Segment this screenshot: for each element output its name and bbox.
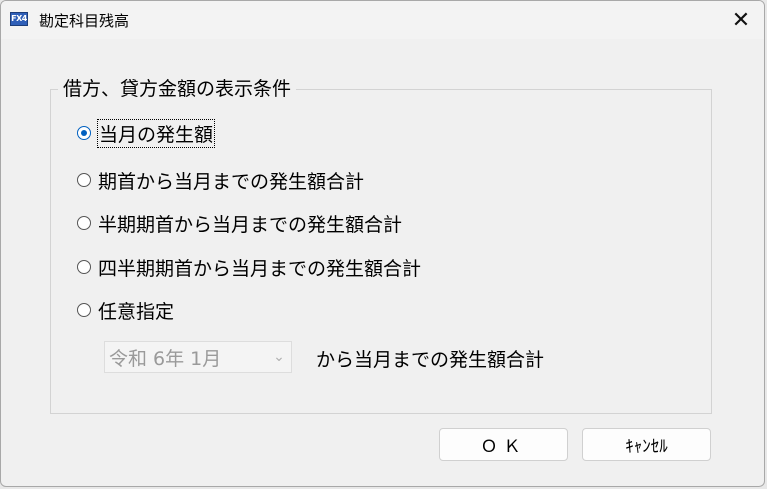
window-title: 勘定科目残高	[39, 12, 130, 30]
app-icon: FX4	[10, 12, 28, 26]
radio-label: 任意指定	[98, 300, 175, 323]
radio-label: 当月の発生額	[96, 118, 216, 148]
group-caption: 借方、貸方金額の表示条件	[58, 77, 297, 101]
period-suffix-label: から当月までの発生額合計	[316, 349, 545, 371]
radio-checked-icon[interactable]	[77, 126, 91, 140]
chevron-down-icon: ⌄	[273, 349, 285, 365]
start-month-select[interactable]: 令和 6年 1月 ⌄	[104, 341, 292, 373]
title-bar: FX4 勘定科目残高 ✕	[1, 1, 764, 39]
radio-option-quarter[interactable]: 四半期期首から当月までの発生額合計	[77, 254, 421, 280]
ok-button[interactable]: ＯＫ	[439, 428, 568, 461]
close-icon[interactable]: ✕	[718, 1, 764, 39]
radio-option-fiscal-start[interactable]: 期首から当月までの発生額合計	[77, 167, 364, 193]
radio-option-current-month[interactable]: 当月の発生額	[77, 118, 216, 148]
radio-option-half-year[interactable]: 半期期首から当月までの発生額合計	[77, 210, 402, 236]
radio-label: 半期期首から当月までの発生額合計	[98, 213, 403, 236]
radio-option-custom[interactable]: 任意指定	[77, 297, 174, 323]
radio-label: 期首から当月までの発生額合計	[98, 170, 365, 193]
radio-unchecked-icon[interactable]	[77, 303, 91, 317]
dialog-window: FX4 勘定科目残高 ✕ 借方、貸方金額の表示条件 当月の発生額 期首から当月ま…	[0, 0, 765, 487]
radio-unchecked-icon[interactable]	[77, 216, 91, 230]
radio-label: 四半期期首から当月までの発生額合計	[98, 257, 422, 280]
radio-unchecked-icon[interactable]	[77, 260, 91, 274]
start-month-value: 令和 6年 1月	[109, 347, 222, 370]
cancel-button[interactable]: ｷｬﾝｾﾙ	[582, 428, 711, 461]
radio-unchecked-icon[interactable]	[77, 173, 91, 187]
